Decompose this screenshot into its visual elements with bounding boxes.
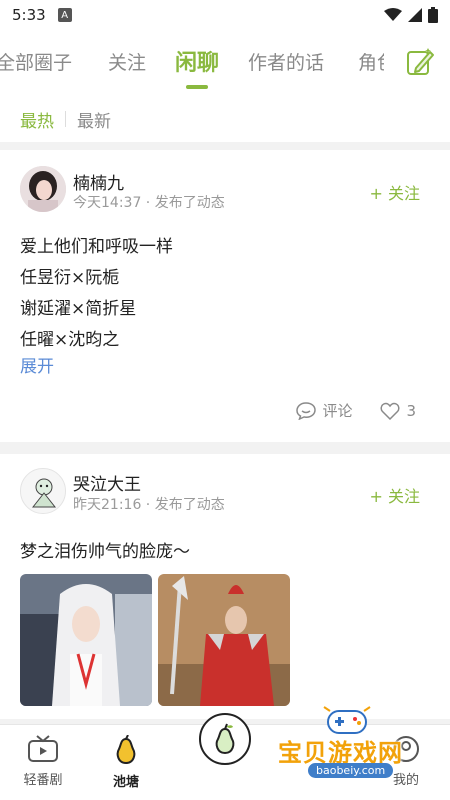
comment-label: 评论 xyxy=(322,402,353,420)
status-time: 5:33 xyxy=(12,6,46,24)
post-photo[interactable] xyxy=(20,574,152,706)
sort-latest-tab[interactable]: 最新 xyxy=(77,107,111,132)
tab-all-circles[interactable]: 全部圈子 xyxy=(0,48,72,75)
like-count: 3 xyxy=(406,401,416,420)
tab-author-notes[interactable]: 作者的话 xyxy=(248,48,324,75)
nav-item-drama[interactable]: 轻番剧 xyxy=(13,735,73,788)
wifi-icon xyxy=(384,8,402,21)
battery-icon xyxy=(428,7,438,23)
tab-characters[interactable]: 角色 xyxy=(358,48,384,75)
like-button[interactable]: 3 xyxy=(380,402,416,420)
post-text-line: 梦之泪伤帅气的脸庞～ xyxy=(20,542,190,562)
sort-hot-tab[interactable]: 最热 xyxy=(20,107,54,132)
status-bar: 5:33 A xyxy=(0,0,450,30)
center-create-button[interactable] xyxy=(199,713,251,765)
post-meta: 今天14:37 · 发布了动态 xyxy=(73,195,225,211)
avatar[interactable] xyxy=(20,468,66,514)
heart-icon xyxy=(380,402,400,420)
comment-icon xyxy=(296,401,317,420)
pear-fab-icon xyxy=(215,723,235,755)
nav-label: 轻番剧 xyxy=(23,773,63,788)
follow-button[interactable]: + 关注 xyxy=(370,483,421,507)
post-text-line: 谢延濯×简折星 xyxy=(20,299,137,319)
post-meta: 昨天21:16 · 发布了动态 xyxy=(73,497,225,513)
follow-button[interactable]: + 关注 xyxy=(370,180,421,204)
post-photo[interactable] xyxy=(158,574,290,706)
nav-item-pond[interactable]: 池塘 xyxy=(96,735,156,790)
tv-icon xyxy=(28,735,58,762)
watermark-logo: 宝贝游戏网 baobeiy.com xyxy=(270,703,440,793)
avatar[interactable] xyxy=(20,166,66,212)
sort-divider xyxy=(65,111,66,127)
watermark-url: baobeiy.com xyxy=(308,763,394,778)
sort-tabs: 最热 最新 xyxy=(0,96,450,142)
post-username[interactable]: 楠楠九 xyxy=(73,169,124,194)
post-card[interactable]: 哭泣大王 昨天21:16 · 发布了动态 + 关注 梦之泪伤帅气的脸庞～ xyxy=(0,454,450,719)
post-card[interactable]: 楠楠九 今天14:37 · 发布了动态 + 关注 爱上他们和呼吸一样 任昱衍×阮… xyxy=(0,150,450,442)
tab-chat[interactable]: 闲聊 xyxy=(175,45,219,77)
post-text-line: 爱上他们和呼吸一样 xyxy=(20,237,173,257)
post-actions: 评论 3 xyxy=(296,400,416,421)
post-text-line: 任昱衍×阮栀 xyxy=(20,268,120,288)
post-text-line: 任曜×沈昀之 xyxy=(20,330,120,350)
notification-a-icon: A xyxy=(57,8,72,22)
write-post-icon[interactable] xyxy=(404,46,436,78)
status-icons xyxy=(384,7,438,23)
category-tabs: 全部圈子 关注 闲聊 作者的话 角色 xyxy=(0,30,450,96)
pear-icon xyxy=(116,735,136,765)
tab-following[interactable]: 关注 xyxy=(108,48,146,75)
post-username[interactable]: 哭泣大王 xyxy=(73,470,141,495)
comment-button[interactable]: 评论 xyxy=(296,400,352,421)
expand-link[interactable]: 展开 xyxy=(20,352,54,377)
nav-label: 池塘 xyxy=(112,775,139,790)
signal-icon xyxy=(408,8,422,22)
active-tab-indicator xyxy=(186,85,208,89)
